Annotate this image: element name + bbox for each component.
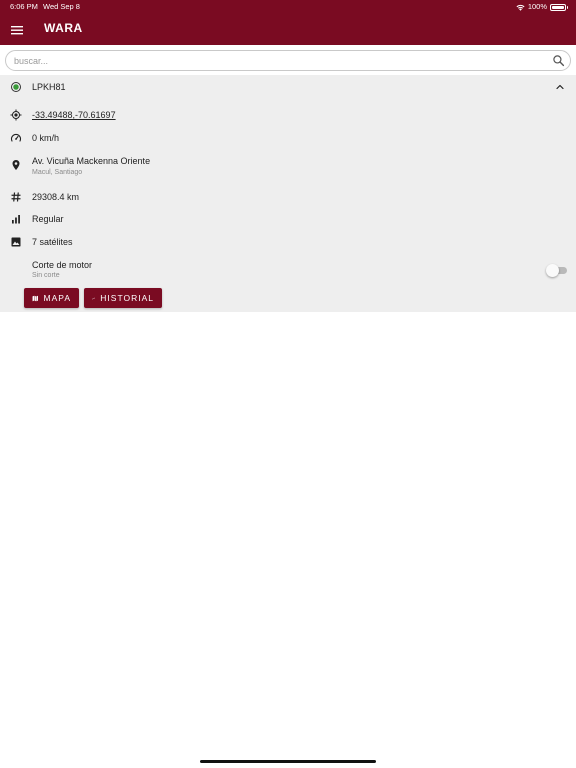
engine-cut-toggle[interactable] [546, 264, 567, 277]
signal-row: Regular [0, 211, 576, 227]
status-time: 6:06 PM [10, 2, 38, 11]
menu-button[interactable] [6, 19, 28, 41]
wifi-icon [516, 4, 525, 11]
speed-value: 0 km/h [32, 133, 60, 143]
status-dot-icon [11, 82, 21, 92]
battery-cap [566, 6, 568, 9]
app-screen: 6:06 PM Wed Sep 8 100% WARA buscar... LP… [0, 0, 576, 768]
coordinates-link[interactable]: -33.49488,-70.61697 [32, 110, 116, 120]
odometer-value: 29308.4 km [32, 192, 80, 202]
history-button-label: HISTORIAL [100, 293, 154, 303]
address-street: Av. Vicuña Mackenna Oriente [32, 156, 151, 166]
chevron-up-icon[interactable] [554, 81, 566, 93]
satellite-image-icon [11, 237, 21, 247]
coordinates-row: -33.49488,-70.61697 [0, 107, 576, 123]
menu-icon [11, 26, 23, 35]
hash-icon [11, 192, 21, 202]
battery-fill [552, 5, 564, 9]
signal-value: Regular [32, 214, 64, 224]
history-button[interactable]: HISTORIAL [84, 288, 162, 308]
speedometer-icon [10, 133, 22, 142]
search-input[interactable] [14, 51, 544, 70]
status-bar: 6:06 PM Wed Sep 8 100% [0, 0, 576, 14]
odometer-row: 29308.4 km [0, 189, 576, 205]
search-bar [5, 50, 571, 71]
engine-cut-label: Corte de motor [32, 260, 93, 270]
battery-percent: 100% [527, 2, 547, 11]
address-locality: Macul, Santiago [32, 169, 83, 176]
vehicle-name: LPKH81 [32, 82, 66, 92]
status-right: 100% [516, 0, 568, 14]
header: 6:06 PM Wed Sep 8 100% WARA [0, 0, 576, 45]
gps-fixed-icon [10, 109, 22, 121]
signal-bars-icon [12, 215, 20, 224]
satellites-value: 7 satélites [32, 237, 73, 247]
app-bar: WARA [0, 14, 576, 45]
search-icon[interactable] [552, 54, 565, 67]
map-button[interactable]: MAPA [24, 288, 79, 308]
home-indicator[interactable] [200, 760, 376, 763]
satellites-row: 7 satélites [0, 234, 576, 250]
engine-cut-row: Corte de motor Sin corte [0, 258, 576, 282]
map-button-label: MAPA [43, 293, 71, 303]
map-icon [32, 295, 38, 301]
toggle-thumb [546, 264, 559, 277]
battery-icon [550, 3, 568, 11]
location-pin-icon [12, 160, 20, 170]
vehicle-header-row[interactable]: LPKH81 [0, 75, 576, 99]
status-date: Wed Sep 8 [43, 2, 80, 11]
address-row: Av. Vicuña Mackenna Oriente Macul, Santi… [0, 154, 576, 180]
vehicle-detail-panel: LPKH81 -33.49488,-70.61697 0 km/h Av. Vi… [0, 75, 576, 312]
trending-line-icon [92, 296, 96, 300]
speed-row: 0 km/h [0, 130, 576, 146]
app-title: WARA [44, 21, 83, 35]
engine-cut-status: Sin corte [32, 272, 60, 279]
